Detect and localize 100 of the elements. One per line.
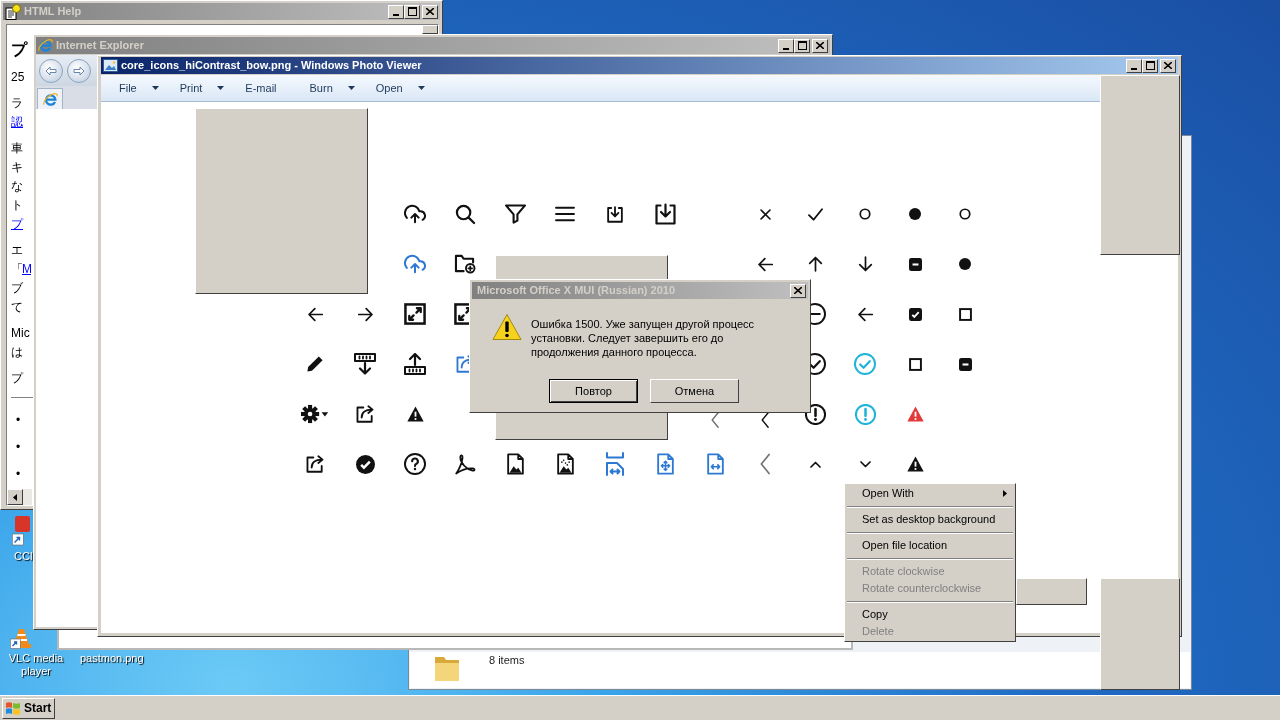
- close-icon: [426, 8, 434, 15]
- chevron-left-icon: [761, 412, 769, 428]
- toolbar-button[interactable]: E-mail: [236, 75, 286, 101]
- shortcut-icon: [12, 516, 32, 546]
- chevron-left-icon: [711, 412, 719, 428]
- chevron-up-icon: [809, 460, 821, 468]
- maximize-button[interactable]: [404, 4, 420, 19]
- arrow-right-icon: [357, 306, 373, 322]
- minimize-button[interactable]: [1126, 58, 1142, 73]
- scroll-left-button[interactable]: [7, 489, 23, 505]
- close-icon: [816, 42, 824, 49]
- arrow-up-icon: [807, 256, 823, 272]
- share-icon: [306, 455, 324, 473]
- search-icon: [454, 203, 476, 225]
- start-button[interactable]: Start: [2, 697, 56, 719]
- ring-icon: [959, 208, 971, 220]
- close-button[interactable]: [812, 38, 828, 53]
- tray-upload-icon: [404, 353, 426, 375]
- menu-button[interactable]: Open: [366, 75, 434, 101]
- bullet-point: •: [16, 412, 21, 429]
- dot-icon: [909, 208, 921, 220]
- window-title: HTML Help: [24, 5, 82, 18]
- back-button[interactable]: [39, 58, 63, 83]
- help-text: ブ: [11, 280, 23, 297]
- warning-icon: [492, 313, 522, 341]
- help-icon: [5, 3, 21, 20]
- square-icon: [958, 307, 972, 321]
- scroll-up-button[interactable]: [422, 25, 438, 34]
- help-text: ラ: [11, 95, 23, 112]
- help-text: て: [11, 299, 23, 316]
- close-button[interactable]: [1160, 58, 1176, 73]
- minimize-button[interactable]: [778, 38, 794, 53]
- pencil-icon: [307, 356, 323, 372]
- arrow-right-icon: [73, 65, 85, 76]
- dialog-button[interactable]: Отмена: [650, 379, 739, 403]
- square-icon: [908, 357, 922, 371]
- menu-item[interactable]: Copy: [846, 606, 1014, 623]
- dialog-button[interactable]: Повтор: [549, 379, 638, 403]
- help-text: キ: [11, 159, 23, 176]
- minimize-icon: [783, 47, 789, 50]
- close-button[interactable]: [422, 4, 438, 19]
- file-move-icon: [655, 453, 675, 475]
- close-icon: [1164, 62, 1172, 69]
- download-icon: [607, 205, 623, 223]
- folder-plus-icon: [454, 254, 476, 274]
- maximize-button[interactable]: [794, 38, 810, 53]
- menu-button[interactable]: Print: [170, 75, 234, 101]
- expand-icon: [404, 303, 426, 325]
- check-circle-icon: [355, 454, 375, 474]
- help-text: は: [11, 344, 23, 361]
- help-text: 「M: [11, 261, 31, 278]
- arrow-left-icon: [45, 65, 57, 76]
- image-file-icon: [505, 453, 525, 475]
- picture-icon: [103, 59, 118, 72]
- close-button[interactable]: [790, 283, 806, 298]
- menu-button[interactable]: Burn: [300, 75, 364, 101]
- menu-item[interactable]: Open file location: [846, 537, 1014, 554]
- maximize-icon: [1145, 61, 1155, 70]
- help-text: プ: [11, 40, 27, 60]
- browser-logo-icon: [42, 91, 58, 107]
- check-square-icon: [908, 307, 922, 321]
- help-text: 車: [11, 140, 23, 157]
- download-icon: [654, 203, 676, 225]
- cloud-upload-icon: [404, 204, 426, 224]
- warning-icon: [406, 406, 424, 422]
- help-text: 25: [11, 69, 25, 86]
- question-circle-icon: [404, 453, 426, 475]
- minus-square-icon: [908, 257, 922, 271]
- menu-item[interactable]: Open With: [846, 485, 1014, 502]
- minimize-button[interactable]: [388, 4, 404, 19]
- chevron-down-icon: [859, 460, 871, 468]
- help-text: エ: [11, 242, 23, 259]
- maximize-icon: [407, 7, 417, 16]
- help-link[interactable]: プ: [11, 215, 23, 234]
- help-text: Mic: [11, 325, 30, 342]
- minus-square-icon: [958, 357, 972, 371]
- help-link[interactable]: M: [22, 262, 31, 276]
- horizontal-scrollbar[interactable]: [7, 489, 32, 505]
- check-icon: [807, 207, 823, 221]
- traffic-cone-icon: [10, 627, 32, 649]
- flag-icon: [6, 701, 21, 715]
- help-link[interactable]: 認: [11, 113, 23, 132]
- help-text: ト: [11, 197, 23, 214]
- browser-tab[interactable]: [37, 88, 63, 109]
- submenu-arrow-icon: [1003, 490, 1007, 497]
- arrow-left-icon: [857, 306, 873, 322]
- tray-download-icon: [354, 353, 376, 375]
- menu-icon: [555, 206, 575, 222]
- check-circle-icon: [854, 353, 876, 375]
- caret-left-icon: [13, 493, 17, 501]
- browser-logo-icon: [38, 38, 53, 53]
- cloud-upload-icon: [404, 254, 426, 274]
- menu-item[interactable]: Set as desktop background: [846, 511, 1014, 528]
- maximize-button[interactable]: [1142, 58, 1158, 73]
- share-icon: [356, 405, 374, 423]
- close-icon: [794, 287, 802, 294]
- forward-button[interactable]: [67, 58, 91, 83]
- funnel-icon: [504, 204, 526, 224]
- menu-button[interactable]: File: [110, 75, 168, 101]
- minimize-icon: [393, 13, 399, 16]
